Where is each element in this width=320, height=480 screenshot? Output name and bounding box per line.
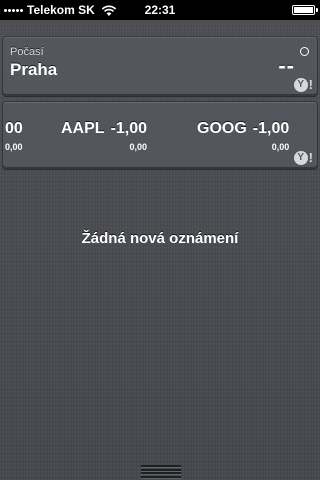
weather-widget[interactable]: Počasí Praha -- Y!: [2, 36, 318, 96]
stock-item-goog[interactable]: GOOG -1,00 0,00: [197, 120, 289, 160]
signal-strength-icon: [4, 8, 23, 12]
wifi-icon: [101, 5, 116, 16]
yahoo-logo-icon[interactable]: Y!: [293, 150, 313, 165]
carrier-name: Telekom SK: [27, 3, 95, 17]
status-bar: Telekom SK 22:31: [0, 0, 320, 20]
weather-city: Praha: [10, 60, 58, 79]
battery-icon: [292, 5, 318, 15]
stock-change: 0,00: [271, 142, 290, 152]
stock-change: 0,00: [129, 142, 148, 152]
grabber-handle-icon[interactable]: [141, 463, 181, 480]
degree-icon: [300, 47, 309, 56]
stock-item[interactable]: 00 0,00: [5, 120, 23, 160]
weather-temperature: --: [278, 53, 295, 78]
stock-price: -1,00: [252, 120, 290, 137]
battery-level: [294, 7, 313, 13]
no-notifications-message: Žádná nová oznámení: [81, 230, 239, 247]
stock-change: 0,00: [5, 142, 23, 152]
stock-item-aapl[interactable]: AAPL -1,00 0,00: [61, 120, 147, 160]
stock-symbol: GOOG: [197, 120, 247, 137]
stocks-widget[interactable]: 00 0,00 AAPL -1,00 0,00 GOOG -1,00 0,00 Y!: [2, 101, 318, 169]
stock-symbol: AAPL: [61, 120, 105, 137]
weather-widget-label: Počasí: [10, 46, 44, 58]
yahoo-logo-icon[interactable]: Y!: [293, 77, 313, 92]
stock-price: -1,00: [110, 120, 148, 137]
stock-price: 00: [5, 120, 23, 137]
